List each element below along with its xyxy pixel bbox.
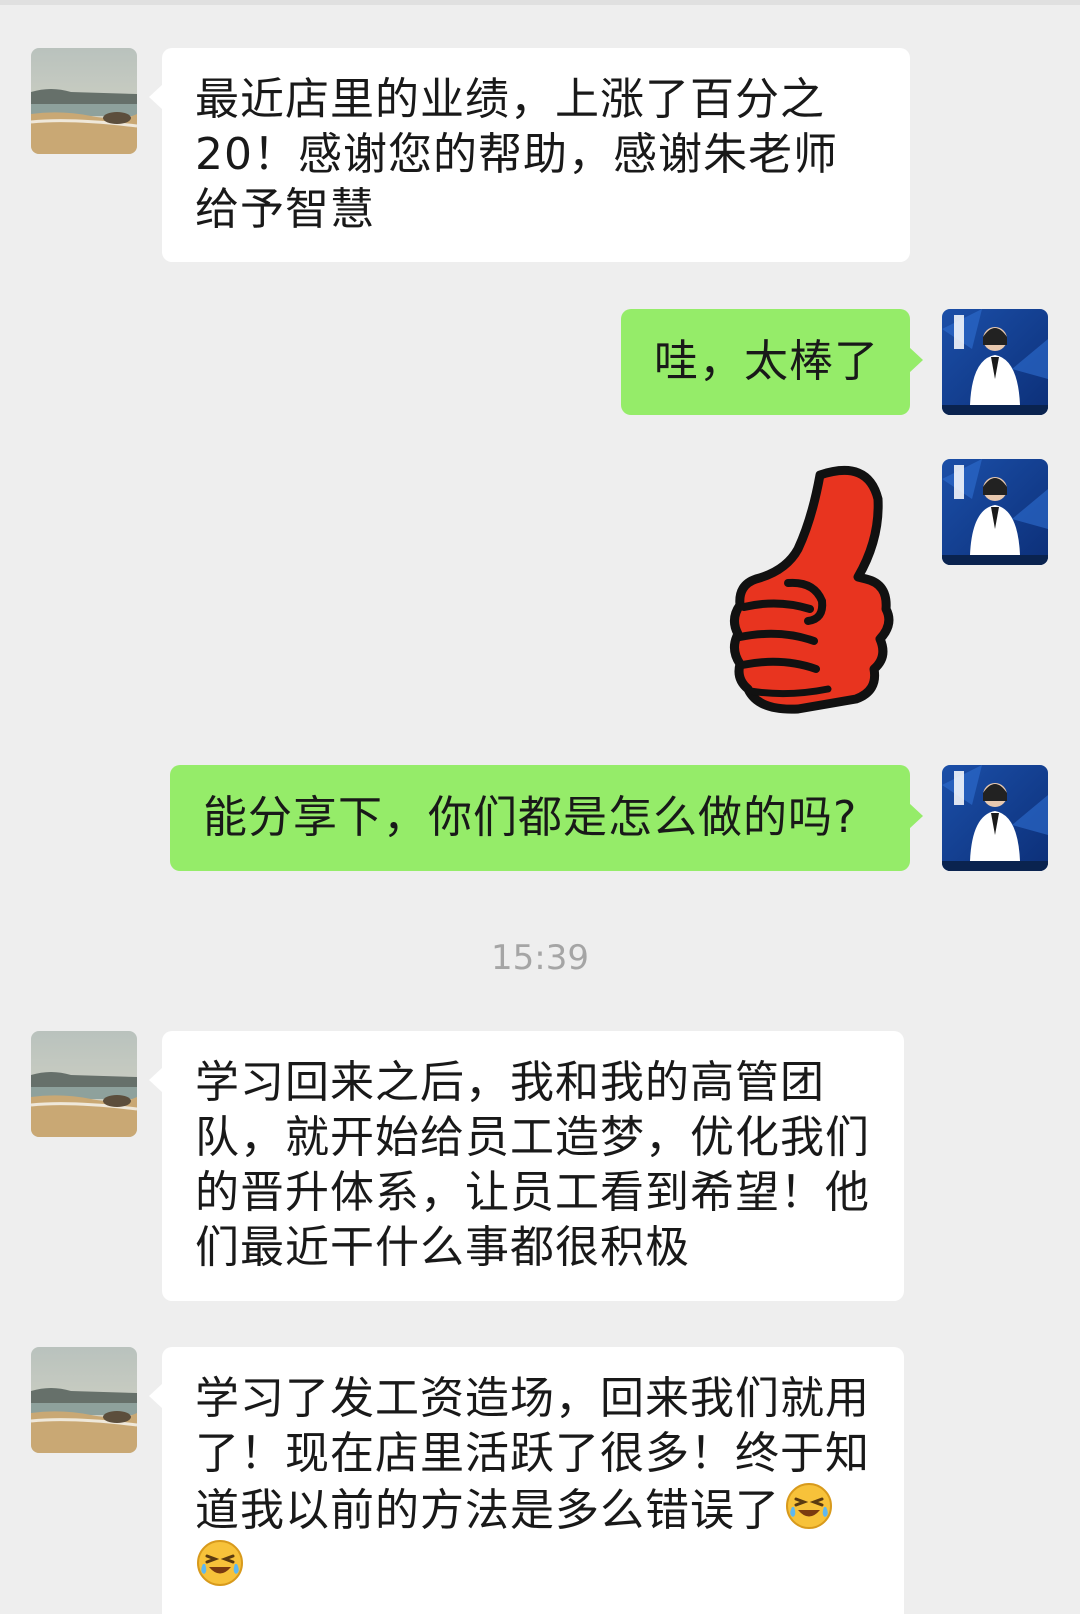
outgoing-message-bubble[interactable]: 能分享下，你们都是怎么做的吗? <box>170 765 923 871</box>
contact-avatar[interactable] <box>31 1347 137 1453</box>
crying-laughing-emoji-icon <box>195 1538 245 1588</box>
message-text: 最近店里的业绩，上涨了百分之20！感谢您的帮助，感谢朱老师给予智慧 <box>195 74 838 235</box>
message-text: 哇，太棒了 <box>654 336 879 387</box>
incoming-message-bubble[interactable]: 学习了发工资造场，回来我们就用了！现在店里活跃了很多！终于知道我以前的方法是多么… <box>149 1347 904 1614</box>
thumbs-up-sticker[interactable] <box>728 459 913 719</box>
my-avatar[interactable] <box>942 765 1048 871</box>
my-avatar[interactable] <box>942 459 1048 565</box>
message-text: 学习了发工资造场，回来我们就用了！现在店里活跃了很多！终于知道我以前的方法是多么… <box>195 1373 870 1536</box>
chat-timestamp: 15:39 <box>491 938 589 978</box>
incoming-message-bubble[interactable]: 最近店里的业绩，上涨了百分之20！感谢您的帮助，感谢朱老师给予智慧 <box>149 48 910 262</box>
my-avatar[interactable] <box>942 309 1048 415</box>
contact-avatar[interactable] <box>31 1031 137 1137</box>
outgoing-message-bubble[interactable]: 哇，太棒了 <box>621 309 923 415</box>
message-text: 能分享下，你们都是怎么做的吗? <box>203 792 858 843</box>
contact-avatar[interactable] <box>31 48 137 154</box>
top-divider <box>0 0 1080 5</box>
incoming-message-bubble[interactable]: 学习回来之后，我和我的高管团队，就开始给员工造梦，优化我们的晋升体系，让员工看到… <box>149 1031 904 1301</box>
crying-laughing-emoji-icon <box>784 1481 834 1531</box>
message-text: 学习回来之后，我和我的高管团队，就开始给员工造梦，优化我们的晋升体系，让员工看到… <box>195 1057 870 1273</box>
